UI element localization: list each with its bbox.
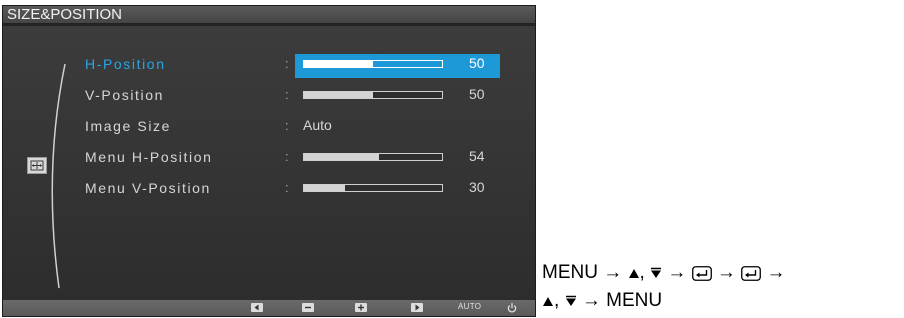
right-arrow-icon[interactable]	[411, 303, 423, 312]
h-position-slider[interactable]	[303, 60, 443, 68]
up-triangle-icon	[543, 297, 553, 306]
menu-v-position-value: 30	[469, 179, 485, 195]
menu-v-position-slider[interactable]	[303, 184, 443, 192]
menu-row-image-size[interactable]: Image Size : Auto	[3, 116, 535, 140]
v-position-value: 50	[469, 86, 485, 102]
osd-menu-panel: SIZE&POSITION H-Position : 50 V-Position…	[2, 5, 536, 317]
plus-icon[interactable]	[355, 303, 367, 312]
arrow-symbol: →	[581, 290, 601, 311]
menu-key-text: MENU	[542, 262, 598, 283]
down-triangle-icon	[565, 295, 576, 306]
arrow-symbol: →	[766, 262, 786, 283]
h-position-value: 50	[469, 55, 485, 71]
arrow-symbol: →	[716, 262, 736, 283]
comma-separator: ,	[554, 290, 560, 311]
comma-separator: ,	[639, 262, 645, 283]
button-guide-bar: AUTO	[3, 300, 535, 316]
osd-title: SIZE&POSITION	[7, 6, 123, 23]
menu-item-label: Menu V-Position	[85, 180, 211, 196]
title-divider	[3, 24, 535, 26]
menu-row-menu-h-position[interactable]: Menu H-Position : 54	[3, 147, 535, 171]
selected-row-highlight: 50	[295, 54, 500, 78]
auto-button-label[interactable]: AUTO	[458, 302, 481, 311]
left-arrow-icon[interactable]	[251, 303, 263, 312]
colon-separator: :	[285, 149, 289, 164]
menu-row-menu-v-position[interactable]: Menu V-Position : 30	[3, 178, 535, 202]
menu-key-text: MENU	[606, 290, 663, 311]
colon-separator: :	[285, 118, 289, 133]
navigation-instruction-line-1: MENU → , → → →	[542, 262, 785, 284]
navigation-instruction-line-2: , → MENU	[542, 290, 662, 312]
osd-title-bar: SIZE&POSITION	[3, 6, 535, 24]
colon-separator: :	[285, 180, 289, 195]
menu-row-h-position[interactable]: H-Position : 50	[3, 54, 535, 78]
menu-item-label: Menu H-Position	[85, 149, 213, 165]
arrow-symbol: →	[603, 262, 623, 283]
down-triangle-icon	[651, 267, 662, 278]
v-position-slider[interactable]	[303, 91, 443, 99]
up-triangle-icon	[628, 269, 639, 278]
menu-item-label: V-Position	[85, 87, 165, 103]
colon-separator: :	[285, 56, 289, 71]
menu-row-v-position[interactable]: V-Position : 50	[3, 85, 535, 109]
power-icon[interactable]	[506, 302, 518, 314]
colon-separator: :	[285, 87, 289, 102]
menu-h-position-value: 54	[469, 148, 485, 164]
arrow-symbol: →	[667, 262, 687, 283]
enter-key-icon	[741, 265, 762, 281]
menu-h-position-slider[interactable]	[303, 153, 443, 161]
image-size-value: Auto	[303, 117, 332, 133]
menu-item-label: Image Size	[85, 118, 172, 134]
menu-item-label: H-Position	[85, 56, 166, 72]
minus-icon[interactable]	[302, 303, 314, 312]
enter-key-icon	[691, 265, 712, 281]
